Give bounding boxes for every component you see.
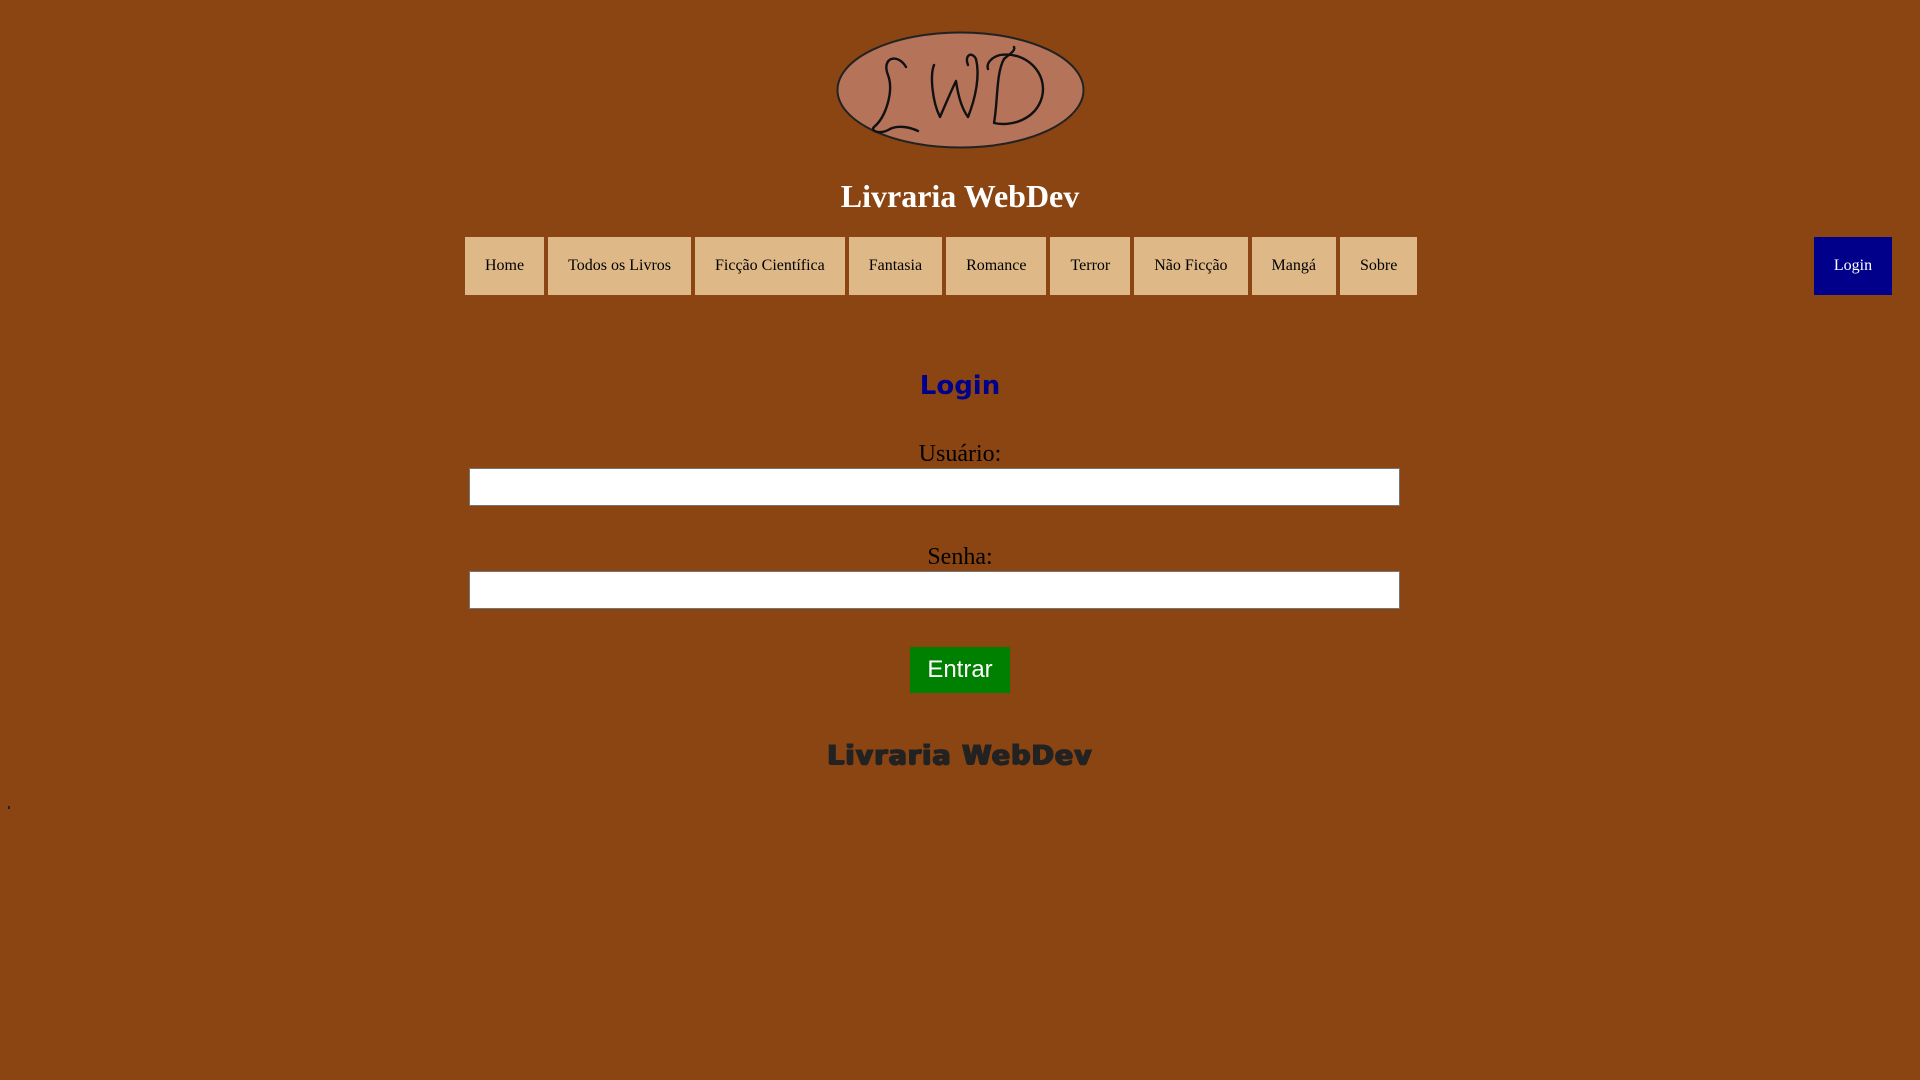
password-label: Senha: [927, 544, 993, 570]
nav-item-home[interactable]: Home [465, 237, 545, 295]
nav-item-manga[interactable]: Mangá [1251, 237, 1336, 295]
nav-item-romance[interactable]: Romance [946, 237, 1047, 295]
lwd-logo-icon [836, 31, 1085, 149]
nav-item-sobre[interactable]: Sobre [1339, 237, 1418, 295]
username-label: Usuário: [918, 441, 1002, 467]
nav-item-todos-os-livros[interactable]: Todos os Livros [548, 237, 691, 295]
nav-item-terror[interactable]: Terror [1050, 237, 1131, 295]
password-input[interactable] [469, 571, 1400, 609]
username-input[interactable] [469, 468, 1400, 506]
nav-item-fantasia[interactable]: Fantasia [848, 237, 943, 295]
login-link-button[interactable]: Login [1814, 237, 1892, 295]
site-title: Livraria WebDev [840, 178, 1080, 214]
login-heading: Login [919, 371, 1001, 401]
stray-mark [8, 806, 10, 809]
nav-item-nao-ficcao[interactable]: Não Ficção [1134, 237, 1248, 295]
footer-title: Livraria WebDev [827, 740, 1093, 771]
submit-button[interactable]: Entrar [910, 647, 1010, 693]
nav-item-ficcao-cientifica[interactable]: Ficção Científica [695, 237, 845, 295]
main-nav: Home Todos os Livros Ficção Científica F… [465, 237, 1418, 295]
